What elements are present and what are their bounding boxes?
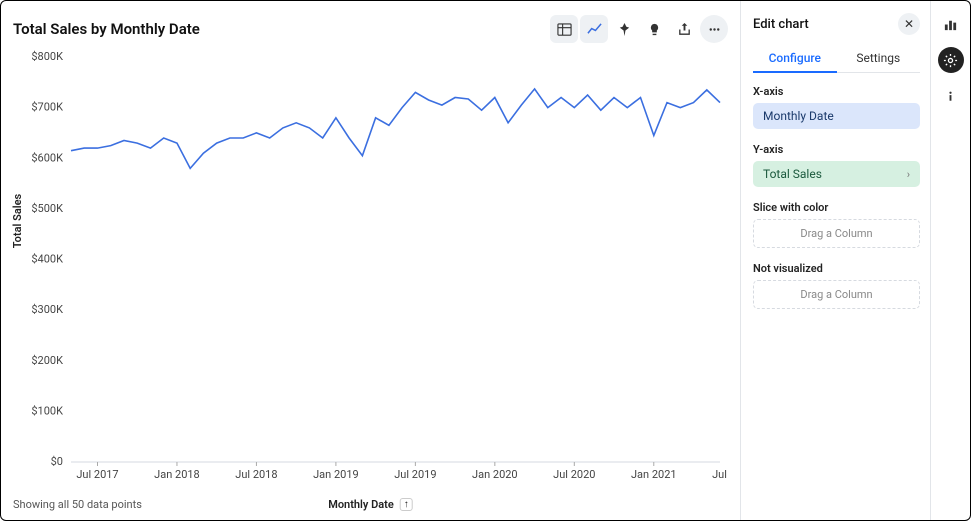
sort-button[interactable]: ↑ — [400, 498, 413, 511]
panel-title: Edit chart — [753, 17, 809, 32]
xaxis-value: Monthly Date — [763, 109, 834, 123]
rail-info-button[interactable] — [938, 83, 964, 109]
svg-text:$600K: $600K — [31, 151, 63, 164]
svg-text:Jul 2018: Jul 2018 — [235, 468, 277, 481]
svg-text:Jan 2019: Jan 2019 — [313, 468, 359, 481]
svg-text:$700K: $700K — [31, 101, 63, 114]
svg-text:$400K: $400K — [31, 253, 63, 266]
svg-text:Jan 2018: Jan 2018 — [154, 468, 200, 481]
rail-chart-button[interactable] — [938, 11, 964, 37]
svg-text:Jul 2021: Jul 2021 — [712, 468, 728, 481]
line-chart-icon — [587, 22, 602, 37]
svg-text:$800K: $800K — [31, 50, 63, 63]
footer-text: Showing all 50 data points — [13, 498, 142, 511]
more-icon — [707, 22, 722, 37]
table-view-button[interactable] — [550, 15, 578, 43]
insight-button[interactable] — [640, 15, 668, 43]
pin-button[interactable] — [610, 15, 638, 43]
rail-settings-button[interactable] — [938, 47, 964, 73]
xaxis-pill[interactable]: Monthly Date — [753, 103, 920, 129]
bar-chart-icon — [943, 17, 958, 32]
notviz-dropzone[interactable]: Drag a Column — [753, 280, 920, 309]
share-button[interactable] — [670, 15, 698, 43]
tab-configure[interactable]: Configure — [753, 45, 837, 73]
table-icon — [557, 22, 572, 37]
chart-toolbar — [550, 15, 728, 43]
edit-panel: Edit chart ✕ Configure Settings X-axis M… — [740, 1, 930, 520]
svg-text:Jul 2017: Jul 2017 — [76, 468, 118, 481]
svg-text:Jan 2020: Jan 2020 — [472, 468, 518, 481]
chart-title: Total Sales by Monthly Date — [13, 20, 200, 38]
chevron-right-icon: › — [907, 168, 910, 181]
more-button[interactable] — [700, 15, 728, 43]
svg-text:Jul 2019: Jul 2019 — [394, 468, 436, 481]
chart-area: Total Sales $0$100K$200K$300K$400K$500K$… — [13, 49, 728, 490]
svg-text:$300K: $300K — [31, 303, 63, 316]
xaxis-label: X-axis — [753, 85, 920, 98]
gear-icon — [943, 53, 958, 68]
right-rail — [930, 1, 970, 520]
svg-text:$500K: $500K — [31, 202, 63, 215]
svg-text:Jan 2021: Jan 2021 — [631, 468, 677, 481]
svg-text:$0: $0 — [51, 455, 63, 468]
x-axis-title: Monthly Date — [328, 498, 394, 511]
yaxis-pill[interactable]: Total Sales › — [753, 161, 920, 187]
close-button[interactable]: ✕ — [898, 13, 920, 35]
tab-settings[interactable]: Settings — [837, 45, 921, 72]
svg-text:Jul 2020: Jul 2020 — [553, 468, 595, 481]
notviz-label: Not visualized — [753, 262, 920, 275]
pin-icon — [617, 22, 632, 37]
svg-text:$100K: $100K — [31, 404, 63, 417]
slice-label: Slice with color — [753, 201, 920, 214]
svg-text:$200K: $200K — [31, 354, 63, 367]
yaxis-label: Y-axis — [753, 143, 920, 156]
slice-dropzone[interactable]: Drag a Column — [753, 219, 920, 248]
yaxis-value: Total Sales — [763, 167, 822, 181]
chart-view-button[interactable] — [580, 15, 608, 43]
bulb-icon — [647, 22, 662, 37]
info-icon — [943, 89, 958, 104]
share-icon — [677, 22, 692, 37]
line-chart[interactable]: $0 $100K $200K $300K $400K $500K $600K $700K $80… — [13, 49, 728, 490]
